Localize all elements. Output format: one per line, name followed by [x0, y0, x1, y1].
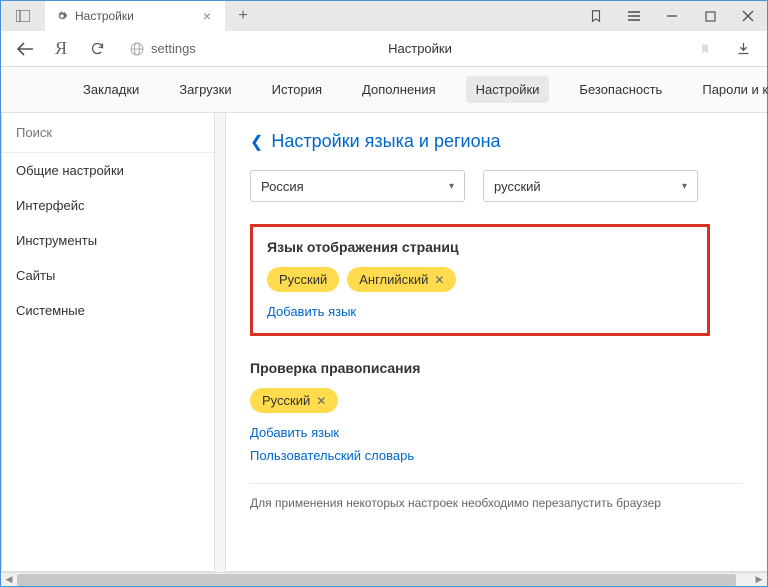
horizontal-scrollbar[interactable]: ◀ ▶ — [1, 572, 767, 586]
language-chip-english[interactable]: Английский ✕ — [347, 267, 456, 292]
chevron-left-icon: ❮ — [250, 132, 263, 152]
address-bar[interactable]: settings Настройки — [123, 35, 717, 63]
scroll-right-arrow[interactable]: ▶ — [751, 573, 767, 587]
bookmark-menu-icon[interactable] — [577, 1, 615, 31]
sidebar-search — [2, 113, 214, 153]
display-language-section: Язык отображения страниц Русский Английс… — [250, 224, 710, 336]
gear-icon — [55, 9, 69, 23]
sidebar-item-sites[interactable]: Сайты — [2, 258, 214, 293]
titlebar: Настройки × + — [1, 1, 767, 31]
section-title: Язык отображения страниц — [267, 239, 693, 255]
scroll-thumb[interactable] — [17, 574, 736, 586]
settings-sidebar: Общие настройки Интерфейс Инструменты Са… — [1, 113, 215, 572]
chip-label: Русский — [279, 272, 327, 287]
region-select[interactable]: Россия ▾ — [250, 170, 465, 202]
sidebar-item-general[interactable]: Общие настройки — [2, 153, 214, 188]
chevron-down-icon: ▾ — [682, 181, 687, 192]
yandex-home-button[interactable]: Я — [45, 34, 77, 64]
address-text: settings — [151, 41, 196, 56]
sidebar-item-interface[interactable]: Интерфейс — [2, 188, 214, 223]
chip-label: Русский — [262, 393, 310, 408]
main-area: Общие настройки Интерфейс Инструменты Са… — [1, 113, 767, 572]
topnav-downloads[interactable]: Загрузки — [169, 76, 241, 103]
settings-topnav: Закладки Загрузки История Дополнения Нас… — [1, 67, 767, 113]
reload-button[interactable] — [81, 34, 113, 64]
breadcrumb-back[interactable]: ❮ Настройки языка и региона — [250, 131, 743, 152]
topnav-history[interactable]: История — [262, 76, 332, 103]
globe-icon — [123, 41, 151, 57]
spellcheck-chip-russian[interactable]: Русский ✕ — [250, 388, 338, 413]
region-value: Россия — [261, 179, 304, 194]
add-language-link[interactable]: Добавить язык — [267, 304, 693, 319]
breadcrumb-title: Настройки языка и региона — [271, 131, 500, 152]
page-title: Настройки — [388, 41, 452, 56]
toolbar: Я settings Настройки — [1, 31, 767, 67]
topnav-security[interactable]: Безопасность — [569, 76, 672, 103]
window-controls — [577, 1, 767, 31]
language-chip-russian[interactable]: Русский — [267, 267, 339, 292]
sidebar-item-tools[interactable]: Инструменты — [2, 223, 214, 258]
maximize-button[interactable] — [691, 1, 729, 31]
minimize-button[interactable] — [653, 1, 691, 31]
close-icon[interactable]: × — [199, 8, 215, 24]
close-icon[interactable]: ✕ — [434, 273, 444, 287]
close-icon[interactable]: ✕ — [316, 394, 326, 408]
restart-note: Для применения некоторых настроек необхо… — [250, 483, 743, 510]
sidebar-item-system[interactable]: Системные — [2, 293, 214, 328]
topnav-passwords[interactable]: Пароли и карты — [692, 76, 768, 103]
chip-label: Английский — [359, 272, 428, 287]
add-language-link[interactable]: Добавить язык — [250, 425, 743, 440]
spellcheck-section: Проверка правописания Русский ✕ Добавить… — [250, 360, 743, 463]
user-dictionary-link[interactable]: Пользовательский словарь — [250, 448, 743, 463]
topnav-settings[interactable]: Настройки — [466, 76, 550, 103]
back-button[interactable] — [9, 34, 41, 64]
settings-content: ❮ Настройки языка и региона Россия ▾ рус… — [225, 113, 767, 572]
close-button[interactable] — [729, 1, 767, 31]
downloads-button[interactable] — [727, 34, 759, 64]
tab-title: Настройки — [75, 9, 199, 23]
menu-icon[interactable] — [615, 1, 653, 31]
topnav-addons[interactable]: Дополнения — [352, 76, 446, 103]
chevron-down-icon: ▾ — [449, 181, 454, 192]
section-title: Проверка правописания — [250, 360, 743, 376]
panel-toggle-button[interactable] — [1, 1, 45, 31]
scroll-left-arrow[interactable]: ◀ — [1, 573, 17, 587]
search-input[interactable] — [16, 125, 200, 140]
scroll-track[interactable] — [17, 573, 751, 587]
browser-tab[interactable]: Настройки × — [45, 1, 225, 31]
new-tab-button[interactable]: + — [225, 1, 261, 31]
language-select[interactable]: русский ▾ — [483, 170, 698, 202]
topnav-bookmarks[interactable]: Закладки — [73, 76, 149, 103]
language-value: русский — [494, 179, 541, 194]
bookmark-flag-icon[interactable] — [699, 42, 711, 56]
